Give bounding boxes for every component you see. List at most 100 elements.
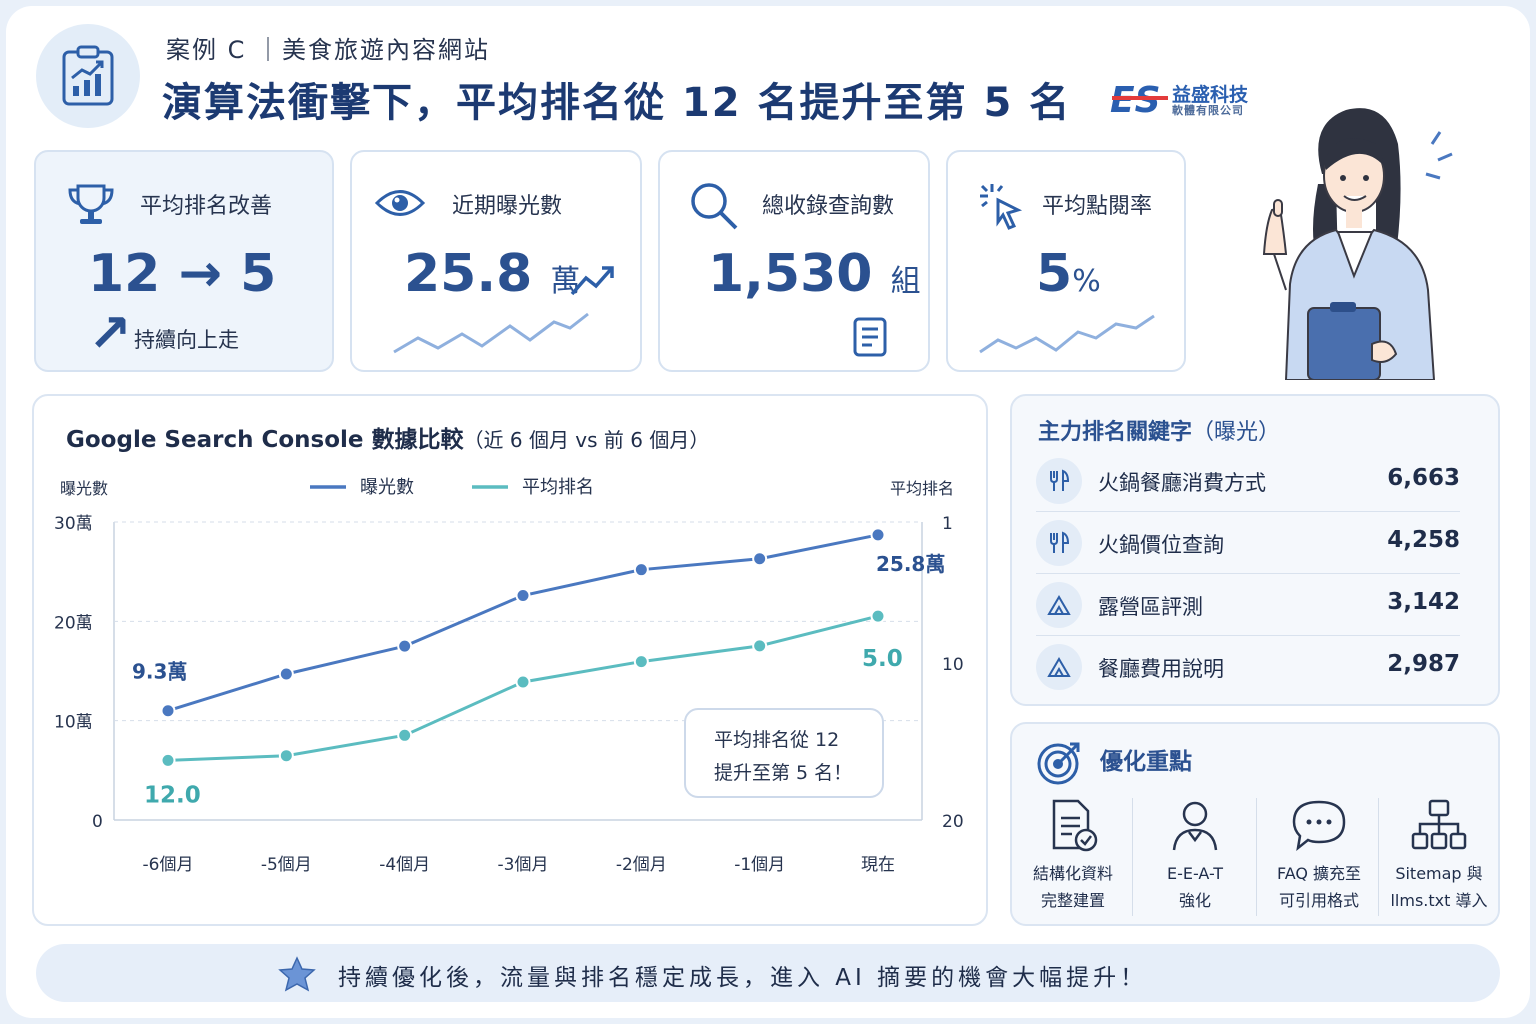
kpi-queries-value: 1,530 組 [708,244,921,304]
keyword-name: 露營區評測 [1098,595,1203,619]
line-chart: 0 10萬 20萬 30萬 1 10 20 曝光數 平均排名 曝光數 平均排名 -6個月 -5個月 -4個… [54,477,964,875]
right-axis-title: 平均排名 [890,479,954,498]
x-tick-label: -5個月 [261,855,312,875]
data-point [397,727,413,743]
x-tick-label: 現在 [861,855,895,875]
kpi-card-impressions: 近期曝光數 25.8 萬 [350,150,642,372]
keyword-value: 2,987 [1387,651,1460,677]
keyword-value: 3,142 [1387,589,1460,615]
kpi-ctr-unit: % [1072,264,1101,299]
optimization-label-line2: llms.txt 導入 [1390,891,1488,910]
person-icon [1172,801,1218,851]
presenter-illustration [1262,108,1453,380]
tent-icon [1036,644,1082,690]
data-point [515,588,531,604]
cursor-click-icon [980,184,1023,230]
legend-label: 曝光數 [360,477,414,498]
kpi-card-queries: 總收錄查詢數 1,530 組 [658,150,930,372]
keyword-name: 餐廳費用說明 [1098,657,1224,681]
star-icon [278,956,316,992]
trend-up-icon [570,266,614,296]
data-point [278,666,294,682]
kpi-impressions-value: 25.8 萬 [404,244,581,304]
ctr-sparkline [979,314,1155,354]
data-label: 12.0 [144,782,201,808]
logo-mark: ES [1110,80,1168,118]
optimization-panel: 優化重點 結構化資料完整建置 E-E-A-T 強化 FAQ 擴充至可引用格式 [1010,722,1500,926]
impressions-sparkline [393,312,589,354]
optimization-label-line1: 結構化資料 [1032,864,1113,883]
utensils-icon [1036,458,1082,504]
chart-panel: Google Search Console 數據比較（近 6 個月 vs 前 6… [32,394,988,926]
optimization-label-line1: E-E-A-T [1166,864,1224,883]
kpi-queries-label: 總收錄查詢數 [762,194,895,219]
footer-text: 持續優化後，流量與排名穩定成長，進入 AI 摘要的機會大幅提升！ [338,965,1148,991]
data-point [515,674,531,690]
tent-icon [1036,582,1082,628]
divider [1256,798,1257,916]
keywords-title: 主力排名關鍵字（曝光） [1038,420,1281,445]
optimization-item: E-E-A-T 強化 [1134,798,1256,922]
optimization-label-line1: FAQ 擴充至 [1276,864,1362,883]
kpi-ctr-label: 平均點閱率 [1042,194,1153,219]
utensils-icon [1036,520,1082,566]
x-tick-label: -6個月 [143,855,194,875]
data-point [278,748,294,764]
kpi-impressions-label: 近期曝光數 [452,194,563,219]
kpi-ctr-value: 5% [1036,244,1101,304]
callout-line-2: 提升至第 5 名！ [714,762,853,784]
kpi-card-ctr: 平均點閱率 5% [946,150,1186,372]
keywords-title-note: （曝光） [1192,420,1281,445]
x-tick-label: -1個月 [734,855,785,875]
keyword-value: 6,663 [1387,465,1460,491]
keyword-row: 火鍋價位查詢 4,258 [1036,512,1460,574]
keyword-value: 4,258 [1387,527,1460,553]
keywords-panel: 主力排名關鍵字（曝光） 火鍋餐廳消費方式 6,663 火鍋價位查詢 4,258 … [1010,394,1500,706]
data-point [397,638,413,654]
data-point [870,527,886,543]
footer-banner: 持續優化後，流量與排名穩定成長，進入 AI 摘要的機會大幅提升！ [36,944,1500,1002]
chat-bubble-icon [1292,800,1346,852]
x-tick-label: -3個月 [498,855,549,875]
page-title: 演算法衝擊下，平均排名從 12 名提升至第 5 名 [162,80,1072,126]
target-icon [1037,742,1080,785]
data-point [752,638,768,654]
kpi-rank-sub: 持續向上走 [134,328,239,352]
legend-label: 平均排名 [522,477,594,498]
kpi-rank-label: 平均排名改善 [140,194,273,219]
keyword-row: 餐廳費用說明 2,987 [1036,636,1460,698]
chart-callout: 平均排名從 12 提升至第 5 名！ [684,708,884,798]
callout-line-1: 平均排名從 12 [714,729,840,751]
sitemap-icon [1411,799,1467,850]
data-point [160,703,176,719]
case-label: 案例 C ｜美食旅遊內容網站 [166,36,491,64]
left-axis-title: 曝光數 [60,479,108,498]
keyword-name: 火鍋餐廳消費方式 [1098,471,1266,495]
right-tick-label: 1 [942,514,953,534]
data-point [160,752,176,768]
optimization-title: 優化重點 [1100,749,1192,775]
x-tick-label: -2個月 [616,855,667,875]
document-check-icon [1052,799,1098,852]
data-point [633,562,649,578]
optimization-label-line1: Sitemap 與 [1395,864,1483,883]
kpi-queries-unit: 組 [890,264,921,299]
left-tick-label: 0 [92,812,103,832]
data-point [752,551,768,567]
optimization-item: FAQ 擴充至 可引用格式 [1258,798,1380,922]
left-tick-label: 30萬 [54,514,93,534]
keyword-name: 火鍋價位查詢 [1098,533,1224,557]
eye-icon [374,190,426,216]
data-label: 9.3萬 [132,660,187,684]
divider [1132,798,1133,916]
right-tick-label: 20 [942,812,964,832]
x-tick-label: -4個月 [379,855,430,875]
keyword-row: 露營區評測 3,142 [1036,574,1460,636]
kpi-card-rank: 平均排名改善 12 → 5 ↗ 持續向上走 [34,150,334,372]
optimization-label-line2: 完整建置 [1040,891,1105,910]
keyword-row: 火鍋餐廳消費方式 6,663 [1036,450,1460,512]
search-icon [691,183,738,230]
right-tick-label: 10 [942,655,964,675]
trophy-icon [68,184,114,224]
optimization-label-line2: 強化 [1178,891,1211,910]
